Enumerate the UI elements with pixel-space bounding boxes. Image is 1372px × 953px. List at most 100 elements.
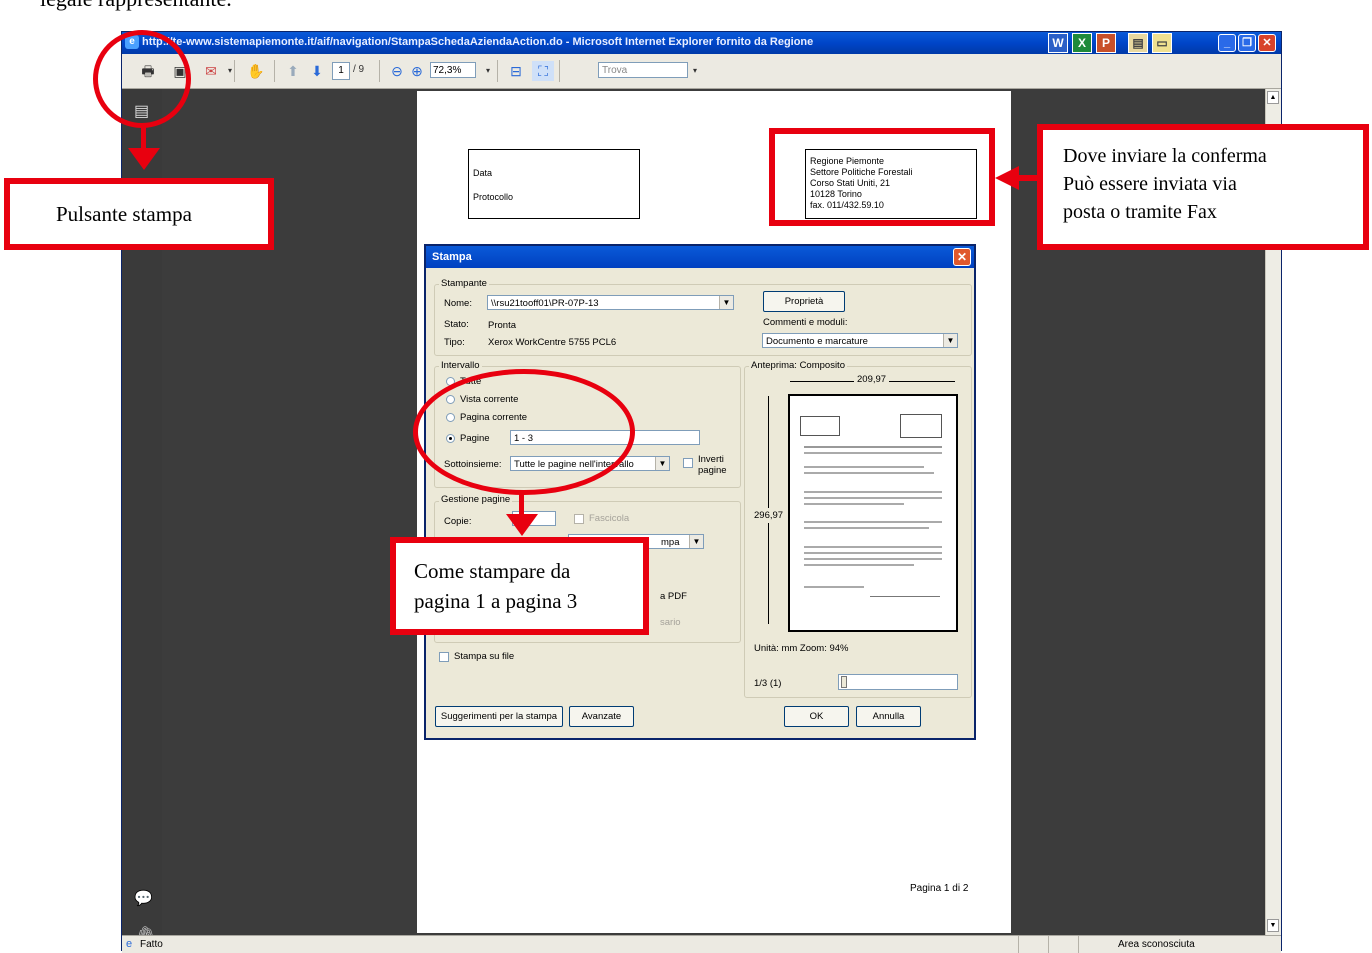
ie-status-icon: e: [126, 938, 133, 950]
page-up-icon[interactable]: ⬆: [282, 61, 304, 81]
collate-label: Fascicola: [589, 513, 630, 524]
page-number-input[interactable]: 1: [332, 62, 350, 80]
page-footer: Pagina 1 di 2: [910, 883, 969, 894]
preview-text-line: [804, 472, 934, 474]
reverse-label-1: Inverti: [698, 454, 724, 465]
window-title: http://te-www.sistemapiemonte.it/aif/nav…: [142, 36, 814, 48]
status-divider: [1048, 936, 1049, 953]
zoom-input[interactable]: 72,3%: [430, 62, 476, 78]
send-note-line: Dove inviare la conferma: [1063, 145, 1267, 167]
reverse-label-2: pagine: [698, 465, 727, 476]
comments-icon[interactable]: 💬: [134, 889, 153, 907]
comments-select[interactable]: Documento e marcature ▼: [762, 333, 958, 348]
properties-button[interactable]: Proprietà: [763, 291, 845, 312]
chevron-down-icon[interactable]: ▼: [943, 334, 957, 347]
comments-value: Documento e marcature: [766, 336, 868, 347]
status-bar: e Fatto Area sconosciuta: [122, 935, 1281, 953]
pages-note: Come stampare da pagina 1 a pagina 3: [390, 537, 649, 635]
toolbar-separator: [559, 60, 560, 82]
preview-box-left: [800, 416, 840, 436]
notes-icon[interactable]: ▤: [1128, 33, 1148, 53]
minimize-icon[interactable]: _: [1218, 34, 1236, 52]
excel-icon[interactable]: X: [1072, 33, 1092, 53]
print-button-note: Pulsante stampa: [4, 178, 274, 250]
units-zoom-label: Unità: mm Zoom: 94%: [754, 643, 849, 654]
preview-box-right: [900, 414, 942, 438]
status-right: Area sconosciuta: [1118, 939, 1195, 950]
page-total: / 9: [353, 64, 365, 75]
toolbar-separator: [497, 60, 498, 82]
arrow-down-icon: [506, 514, 538, 536]
hand-tool-icon[interactable]: ✋: [245, 61, 267, 81]
scroll-down-icon[interactable]: ▼: [1267, 919, 1279, 932]
pdf-partial-label: a PDF: [660, 591, 687, 602]
scaling-partial: mpa: [661, 537, 680, 548]
address-highlight-box: [769, 128, 995, 226]
chevron-down-icon[interactable]: ▼: [655, 457, 669, 470]
close-window-icon[interactable]: ✕: [1258, 34, 1276, 52]
preview-slider[interactable]: [838, 674, 958, 690]
pages-note-line: Come stampare da: [414, 559, 571, 583]
page-down-icon[interactable]: ⬇: [306, 61, 328, 81]
ok-button[interactable]: OK: [784, 706, 849, 727]
preview-thumbnail: [788, 394, 958, 632]
pages-note-line: pagina 1 a pagina 3: [414, 589, 578, 613]
scroll-up-icon[interactable]: ▲: [1267, 91, 1279, 104]
advanced-button[interactable]: Avanzate: [569, 706, 634, 727]
send-note-line: posta o tramite Fax: [1063, 201, 1217, 223]
name-label: Nome:: [444, 298, 472, 309]
preview-text-line: [804, 446, 942, 448]
print-to-file-checkbox[interactable]: [439, 652, 449, 662]
paper-partial-label: sario: [660, 617, 681, 628]
preview-signature-line: [870, 596, 940, 597]
status-value: Pronta: [488, 320, 516, 331]
dialog-title: Stampa: [426, 246, 974, 268]
collate-checkbox[interactable]: [574, 514, 584, 524]
chevron-down-icon[interactable]: ▾: [477, 61, 499, 81]
word-icon[interactable]: W: [1048, 33, 1068, 53]
page-counter: 1/3 (1): [754, 678, 782, 689]
fit-page-icon[interactable]: ⛶: [532, 61, 554, 81]
type-label: Tipo:: [444, 337, 465, 348]
chevron-down-icon[interactable]: ▼: [719, 296, 733, 309]
reverse-checkbox[interactable]: [683, 458, 693, 468]
folder-icon[interactable]: ▭: [1152, 33, 1172, 53]
title-bar: e http://te-www.sistemapiemonte.it/aif/n…: [122, 32, 1281, 54]
type-value: Xerox WorkCentre 5755 PCL6: [488, 337, 617, 348]
powerpoint-icon[interactable]: P: [1096, 33, 1116, 53]
print-tips-button[interactable]: Suggerimenti per la stampa: [435, 706, 563, 727]
preview-text-line: [804, 491, 942, 493]
slider-thumb[interactable]: [841, 676, 847, 688]
preview-group-label: Anteprima: Composito: [749, 360, 847, 371]
preview-text-line: [804, 527, 929, 529]
chevron-down-icon[interactable]: ▾: [684, 61, 706, 81]
restore-icon[interactable]: ❐: [1238, 34, 1256, 52]
toolbar-separator: [274, 60, 275, 82]
print-button-highlight-circle: [93, 30, 191, 128]
find-input[interactable]: Trova: [598, 62, 688, 78]
send-confirmation-note: Dove inviare la conferma Può essere invi…: [1037, 124, 1369, 250]
preview-text-line: [804, 521, 942, 523]
toolbar-separator: [379, 60, 380, 82]
comments-label: Commenti e moduli:: [763, 317, 848, 328]
arrow-down-icon: [128, 148, 160, 170]
cancel-button[interactable]: Annulla: [856, 706, 921, 727]
pdf-toolbar: 🖶 ▣ ✉ ▾ ✋ ⬆ ⬇ 1 / 9 ⊖ ⊕ 72,3% ▾ ⊟ ⛶ Trov…: [122, 54, 1281, 89]
fit-width-icon[interactable]: ⊟: [505, 61, 527, 81]
zoom-in-icon[interactable]: ⊕: [406, 61, 428, 81]
chevron-down-icon[interactable]: ▾: [219, 61, 241, 81]
printer-group-label: Stampante: [439, 278, 489, 289]
printer-name-select[interactable]: \\rsu21tooff01\PR-07P-13 ▼: [487, 295, 734, 310]
preview-text-line: [804, 452, 942, 454]
toolbar-separator: [234, 60, 235, 82]
print-to-file-label: Stampa su file: [454, 651, 515, 662]
chevron-down-icon[interactable]: ▼: [689, 535, 703, 548]
zoom-out-icon[interactable]: ⊖: [386, 61, 408, 81]
preview-text-line: [804, 466, 924, 468]
protocol-label: Protocollo: [473, 192, 514, 202]
close-icon[interactable]: ✕: [953, 248, 971, 266]
status-divider: [1018, 936, 1019, 953]
status-divider: [1078, 936, 1079, 953]
page-handling-group-label: Gestione pagine: [439, 494, 513, 505]
status-left: Fatto: [140, 939, 163, 950]
